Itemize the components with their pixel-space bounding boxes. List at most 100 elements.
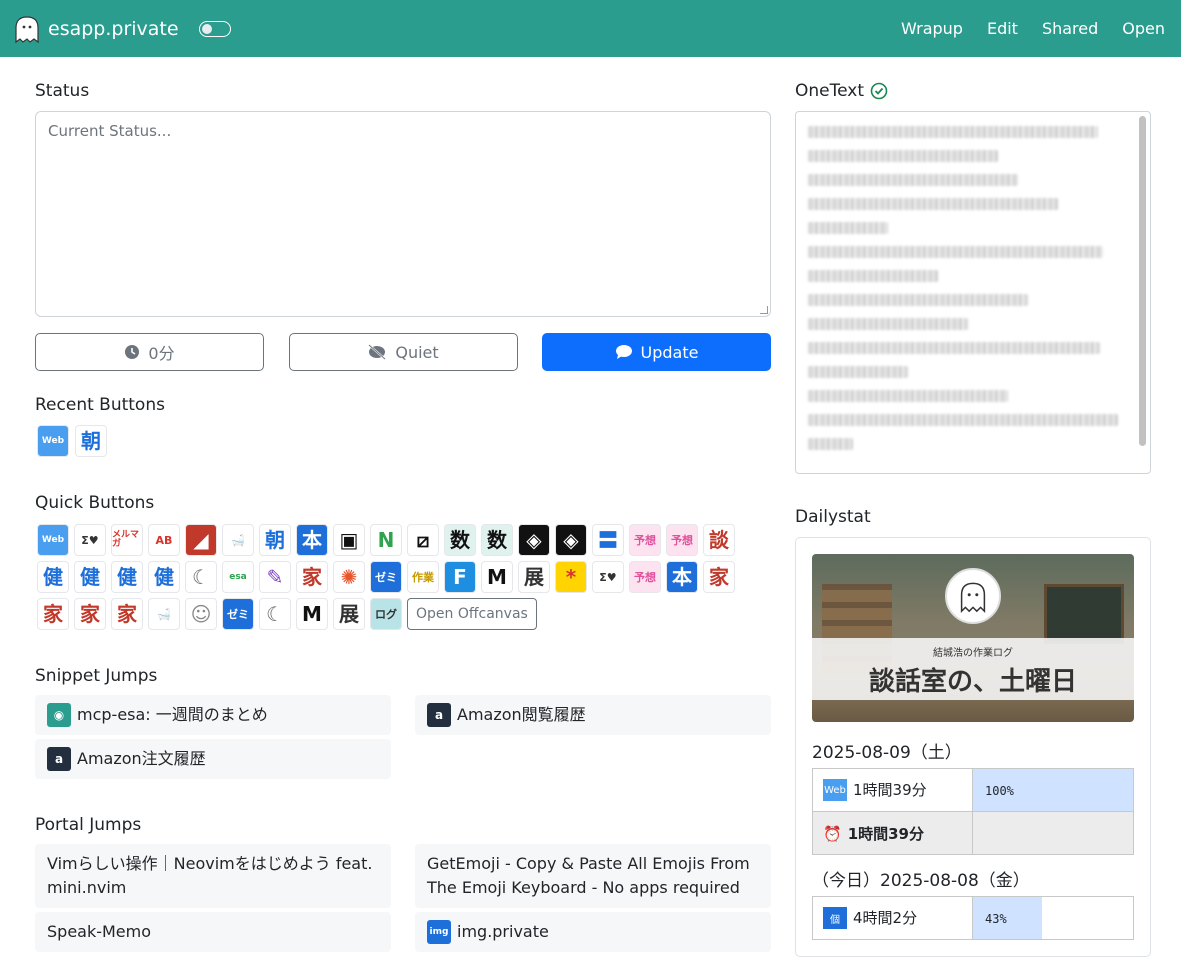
quick-icon-button[interactable]: 家 <box>703 561 735 593</box>
navbar: esapp.private Wrapup Edit Shared Open <box>0 0 1181 57</box>
quick-icon-button[interactable]: Σ♥ <box>592 561 624 593</box>
dailystat-date: 2025-08-09（土） <box>812 743 962 763</box>
resize-grip-icon[interactable] <box>760 306 768 314</box>
snippet-link-label: mcp-esa: 一週間のまとめ <box>77 705 268 724</box>
quick-icon-button[interactable]: Web <box>37 524 69 556</box>
quick-icon-button[interactable]: 朝 <box>259 524 291 556</box>
quick-icon-button[interactable]: esa <box>222 561 254 593</box>
nav-link-open[interactable]: Open <box>1122 19 1165 38</box>
quick-icon-button[interactable]: 家 <box>111 598 143 630</box>
quick-icon-button[interactable]: ログ <box>370 598 402 630</box>
portal-jumps: Vimらしい操作｜Neovimをはじめよう feat. mini.nvim Ge… <box>35 844 771 952</box>
quick-icon-button[interactable]: 🛁 <box>148 598 180 630</box>
scrollbar[interactable] <box>1139 116 1146 446</box>
open-offcanvas-button[interactable]: Open Offcanvas <box>407 598 537 630</box>
update-button[interactable]: Update <box>542 333 771 371</box>
portal-link[interactable]: Vimらしい操作｜Neovimをはじめよう feat. mini.nvim <box>35 844 391 908</box>
quick-icon-button[interactable]: ▣ <box>333 524 365 556</box>
quick-icon-label: 展 <box>339 602 359 626</box>
brand[interactable]: esapp.private <box>12 14 179 44</box>
blurred-text-line <box>808 390 1008 402</box>
quick-icon-button[interactable]: ゼミ <box>222 598 254 630</box>
quick-icon-button[interactable]: ✎ <box>259 561 291 593</box>
quick-icon-button[interactable]: 本 <box>666 561 698 593</box>
snippet-link-label: Amazon閲覧履歴 <box>457 705 586 724</box>
quick-icon-label: esa <box>229 571 247 582</box>
dailystat-table: Web 1時間39分 100% ⏰ 1時間39分 <box>812 768 1134 855</box>
blurred-text-line <box>808 246 1103 258</box>
quick-icon-label: ☾ <box>266 602 284 626</box>
check-circle-icon <box>870 82 888 100</box>
quick-icon-button[interactable]: 予想 <box>666 524 698 556</box>
quick-icon-label: メルマガ <box>112 530 140 549</box>
recent-icon-button[interactable]: Web <box>37 425 69 457</box>
quick-icon-button[interactable]: ◈ <box>518 524 550 556</box>
quick-icon-button[interactable]: 家 <box>296 561 328 593</box>
dailystat-date: （今日）2025-08-08（金） <box>812 871 1030 891</box>
quick-icon-button[interactable]: M <box>296 598 328 630</box>
quick-icon-button[interactable]: 談 <box>703 524 735 556</box>
portal-link[interactable]: Speak-Memo <box>35 912 391 952</box>
snippet-jumps-title: Snippet Jumps <box>35 666 158 686</box>
onetext-title: OneText <box>795 81 888 101</box>
recent-buttons: Web 朝 <box>37 425 107 457</box>
dailystat-hero-image[interactable]: 結城浩の作業ログ 談話室の、土曜日 <box>812 554 1134 722</box>
quick-icon-button[interactable]: 展 <box>518 561 550 593</box>
quick-icon-button[interactable]: 健 <box>148 561 180 593</box>
table-row: ⏰ 1時間39分 <box>812 811 1134 855</box>
quick-icon-label: ゼミ <box>227 607 249 621</box>
quick-icon-button[interactable]: 家 <box>74 598 106 630</box>
quick-icon-button[interactable]: 〓 <box>592 524 624 556</box>
recent-icon-button[interactable]: 朝 <box>75 425 107 457</box>
blurred-text-line <box>808 198 1058 210</box>
quick-icon-button[interactable]: ☾ <box>259 598 291 630</box>
quick-icon-button[interactable]: M <box>481 561 513 593</box>
quick-icon-button[interactable]: メルマガ <box>111 524 143 556</box>
quiet-button[interactable]: Quiet <box>288 333 518 371</box>
timer-button[interactable]: 0分 <box>35 333 264 371</box>
quick-icon-button[interactable]: 数 <box>481 524 513 556</box>
ghost-icon <box>945 568 1001 624</box>
quick-icon-button[interactable]: ☾ <box>185 561 217 593</box>
dark-mode-toggle[interactable] <box>198 20 231 37</box>
empty-cell <box>972 811 1134 855</box>
onetext-textarea[interactable] <box>795 111 1151 474</box>
quick-icon-button[interactable]: ☺ <box>185 598 217 630</box>
quick-icon-button[interactable]: Σ♥ <box>74 524 106 556</box>
nav-link-shared[interactable]: Shared <box>1042 19 1098 38</box>
quick-icon-button[interactable]: * <box>555 561 587 593</box>
quick-icon-button[interactable]: 健 <box>74 561 106 593</box>
quick-icon-button[interactable]: 🛁 <box>222 524 254 556</box>
portal-link[interactable]: img img.private <box>415 912 771 952</box>
quick-icon-button[interactable]: 数 <box>444 524 476 556</box>
quick-icon-label: Σ♥ <box>599 570 617 584</box>
quick-icon-button[interactable]: ✺ <box>333 561 365 593</box>
quick-icon-label: 健 <box>43 565 63 589</box>
quick-icon-button[interactable]: ◈ <box>555 524 587 556</box>
quick-icon-button[interactable]: 本 <box>296 524 328 556</box>
snippet-link[interactable]: a Amazon注文履歴 <box>35 739 391 779</box>
status-textarea[interactable]: Current Status... <box>35 111 771 317</box>
snippet-link[interactable]: a Amazon閲覧履歴 <box>415 695 771 735</box>
quick-icon-label: 家 <box>117 602 137 626</box>
quick-icon-button[interactable]: ◢ <box>185 524 217 556</box>
quick-icon-button[interactable]: F <box>444 561 476 593</box>
quick-icon-button[interactable]: 予想 <box>629 524 661 556</box>
status-button-row: 0分 Quiet Update <box>35 333 771 371</box>
portal-link[interactable]: GetEmoji - Copy & Paste All Emojis From … <box>415 844 771 908</box>
nav-link-wrapup[interactable]: Wrapup <box>901 19 963 38</box>
quick-icon-button[interactable]: 作業 <box>407 561 439 593</box>
quick-icon-button[interactable]: N <box>370 524 402 556</box>
quick-icon-button[interactable]: AB <box>148 524 180 556</box>
quick-icon-button[interactable]: 健 <box>37 561 69 593</box>
quick-icon-button[interactable]: ゼミ <box>370 561 402 593</box>
quick-icon-button[interactable]: 展 <box>333 598 365 630</box>
quick-icon-button[interactable]: 健 <box>111 561 143 593</box>
quick-icon-button[interactable]: 家 <box>37 598 69 630</box>
blurred-text-line <box>808 294 1028 306</box>
snippet-link[interactable]: ◉ mcp-esa: 一週間のまとめ <box>35 695 391 735</box>
nav-link-edit[interactable]: Edit <box>987 19 1018 38</box>
quick-icon-button[interactable]: ⧄ <box>407 524 439 556</box>
blurred-text-line <box>808 438 853 450</box>
quick-icon-button[interactable]: 予想 <box>629 561 661 593</box>
